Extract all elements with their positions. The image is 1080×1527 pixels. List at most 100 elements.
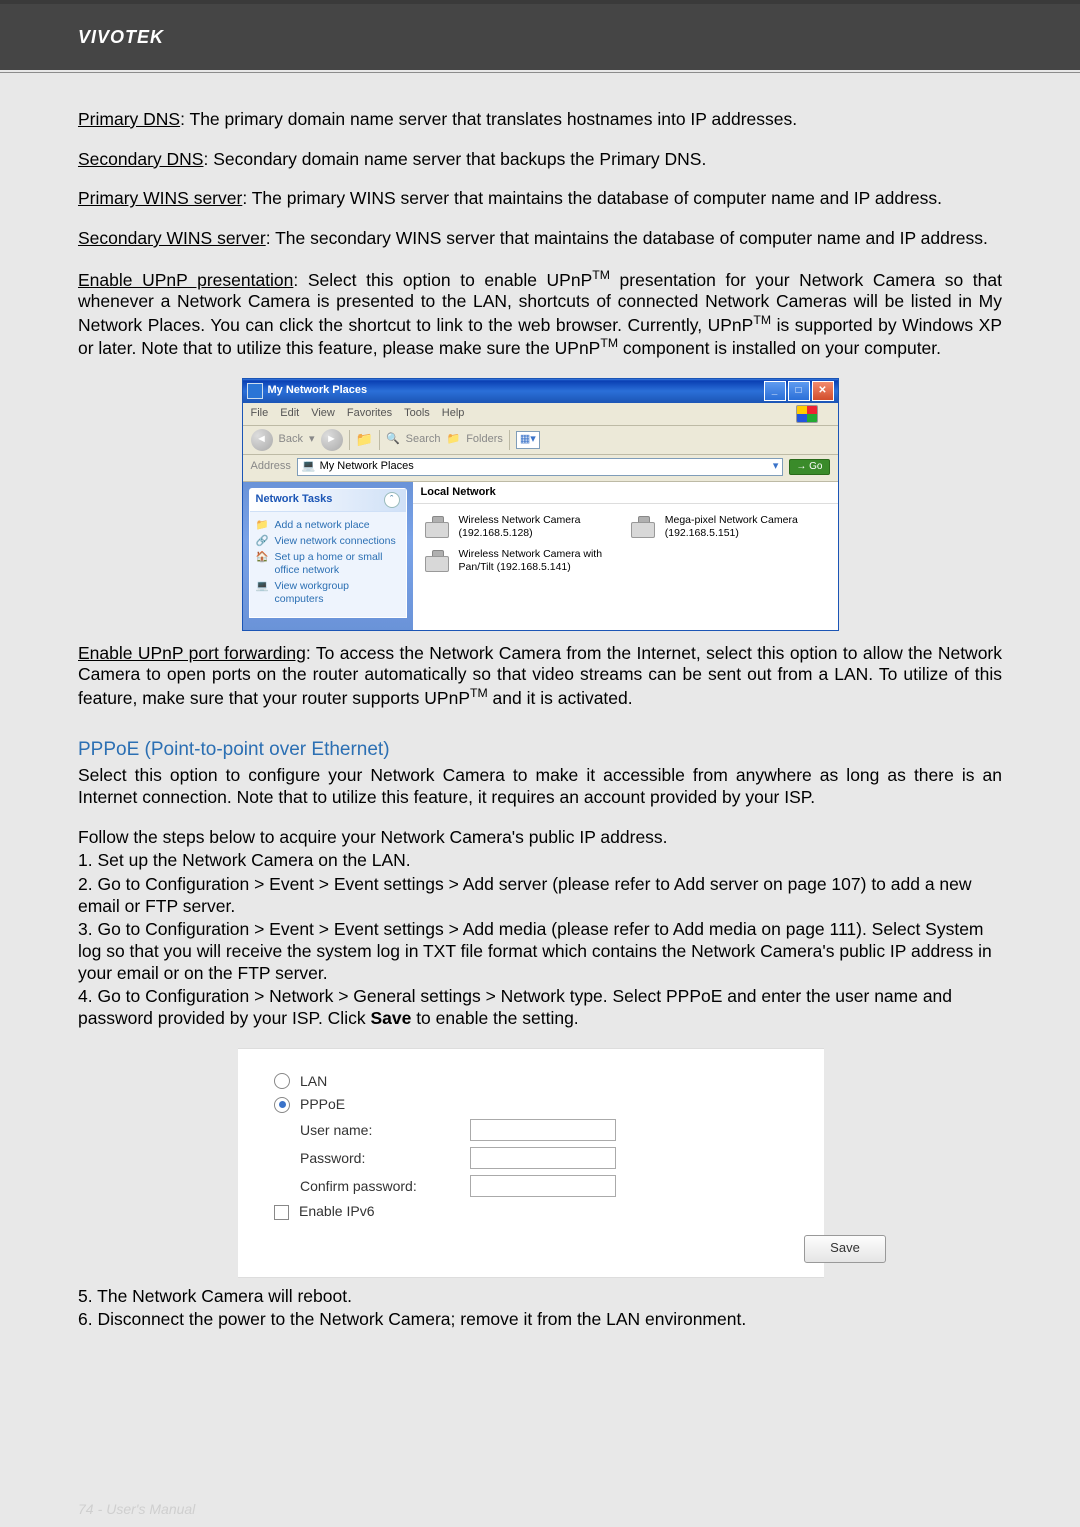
dropdown-icon[interactable]: ▾ [773,460,779,474]
primary-dns-text: : The primary domain name server that tr… [180,109,797,129]
menu-help[interactable]: Help [442,407,465,421]
footer-sep: - [98,1501,103,1517]
header-band: VIVOTEK [0,0,1080,70]
camera-icon [423,548,453,572]
password-label: Password: [300,1150,470,1167]
workgroup-icon: 💻 [256,580,270,592]
address-field[interactable]: 💻 My Network Places ▾ [297,458,784,476]
username-row: User name: [256,1119,806,1141]
text: component is installed on your computer. [618,338,941,358]
camera-item[interactable]: Wireless Network Camera(192.168.5.128) [419,510,625,544]
close-button[interactable]: ✕ [812,381,834,401]
page: VIVOTEK Primary DNS: The primary domain … [0,0,1080,1527]
password-row: Password: [256,1147,806,1169]
item-sub: (192.168.5.128) [459,527,581,540]
lan-label: LAN [300,1073,327,1090]
task-item[interactable]: 🔗View network connections [256,535,400,548]
folders-label[interactable]: Folders [466,433,503,447]
go-button[interactable]: → Go [789,459,829,475]
separator [379,430,380,450]
upnp-port-forwarding: Enable UPnP port forwarding: To access t… [78,643,1002,710]
xp-toolbar: ◄ Back ▾ ► 📁 🔍 Search 📁 Folders ▦▾ [243,426,838,455]
back-button[interactable]: ◄ [251,429,273,451]
confirm-input[interactable] [470,1175,616,1197]
secondary-wins-text: : The secondary WINS server that maintai… [266,228,988,248]
menu-edit[interactable]: Edit [280,407,299,421]
camera-item[interactable]: Mega-pixel Network Camera (192.168.5.151… [625,510,831,544]
item-name: Wireless Network Camera with Pan/Tilt (1… [459,548,621,574]
menu-tools[interactable]: Tools [404,407,430,421]
search-label[interactable]: Search [406,433,441,447]
xp-titlebar[interactable]: My Network Places _ □ ✕ [243,379,838,403]
address-value: My Network Places [320,460,414,474]
item-name: Wireless Network Camera [459,514,581,527]
secondary-wins: Secondary WINS server: The secondary WIN… [78,228,1002,250]
ipv6-label: Enable IPv6 [299,1203,375,1220]
username-label: User name: [300,1122,470,1139]
task-item[interactable]: 💻View workgroup computers [256,580,400,606]
primary-dns-label: Primary DNS [78,109,180,129]
pppoe-form: LAN PPPoE User name: Password: Confirm p… [238,1048,824,1278]
pppoe-intro: Select this option to configure your Net… [78,765,1002,808]
page-number: 74 [78,1501,94,1517]
search-icon[interactable]: 🔍 [386,433,400,447]
camera-item[interactable]: Wireless Network Camera with Pan/Tilt (1… [419,544,625,578]
save-inline: Save [370,1008,411,1028]
step-5: 5. The Network Camera will reboot. [78,1286,1002,1308]
windows-flag-icon [796,405,818,423]
network-places-icon: 💻 [302,460,316,474]
forward-button[interactable]: ► [321,429,343,451]
footer-title: User's Manual [106,1501,195,1517]
pppoe-label: PPPoE [300,1096,345,1113]
group-local-network: Local Network [413,482,838,505]
confirm-row: Confirm password: [256,1175,806,1197]
views-icon[interactable]: ▦▾ [516,431,540,449]
collapse-icon[interactable]: ˆ [384,492,400,508]
task-item[interactable]: 🏠Set up a home or small office network [256,551,400,577]
pppoe-follow: Follow the steps below to acquire your N… [78,827,1002,849]
task-item[interactable]: 📁Add a network place [256,519,400,532]
username-input[interactable] [470,1119,616,1141]
setup-network-icon: 🏠 [256,551,270,563]
window-title: My Network Places [268,384,368,398]
network-places-icon [247,383,263,399]
address-label: Address [251,460,291,474]
up-icon[interactable]: 📁 [356,431,373,448]
save-button[interactable]: Save [804,1235,886,1263]
radio-pppoe[interactable] [274,1097,290,1113]
text: : Select this option to enable UPnP [293,270,592,290]
secondary-dns-label: Secondary DNS [78,149,203,169]
menu-file[interactable]: File [251,407,269,421]
xp-window: My Network Places _ □ ✕ File Edit View F… [242,378,839,631]
add-place-icon: 📁 [256,519,270,531]
step-4: 4. Go to Configuration > Network > Gener… [78,986,1002,1029]
network-tasks-panel: Network Tasks ˆ 📁Add a network place 🔗Vi… [249,488,407,618]
password-input[interactable] [470,1147,616,1169]
separator [509,430,510,450]
separator [349,430,350,450]
step-6: 6. Disconnect the power to the Network C… [78,1309,1002,1331]
radio-pppoe-row: PPPoE [256,1096,806,1113]
maximize-button[interactable]: □ [788,381,810,401]
tm-mark: TM [470,686,488,700]
back-label: Back [279,433,303,447]
pppoe-steps-after: 5. The Network Camera will reboot. 6. Di… [78,1286,1002,1331]
upnp-presentation-label: Enable UPnP presentation [78,270,293,290]
folders-icon[interactable]: 📁 [447,433,461,447]
step-1: 1. Set up the Network Camera on the LAN. [78,850,1002,872]
connections-icon: 🔗 [256,535,270,547]
network-tasks-head[interactable]: Network Tasks ˆ [250,489,406,512]
menu-view[interactable]: View [311,407,335,421]
secondary-dns: Secondary DNS: Secondary domain name ser… [78,149,1002,171]
minimize-button[interactable]: _ [764,381,786,401]
brand-logo: VIVOTEK [78,27,164,48]
menu-favorites[interactable]: Favorites [347,407,392,421]
radio-lan[interactable] [274,1073,290,1089]
step-2: 2. Go to Configuration > Event > Event s… [78,874,1002,917]
tm-mark: TM [753,313,771,327]
checkbox-ipv6[interactable] [274,1205,289,1220]
upnp-fwd-label: Enable UPnP port forwarding [78,643,306,663]
xp-body: Network Tasks ˆ 📁Add a network place 🔗Vi… [243,482,838,630]
primary-wins-label: Primary WINS server [78,188,242,208]
camera-icon [423,514,453,538]
